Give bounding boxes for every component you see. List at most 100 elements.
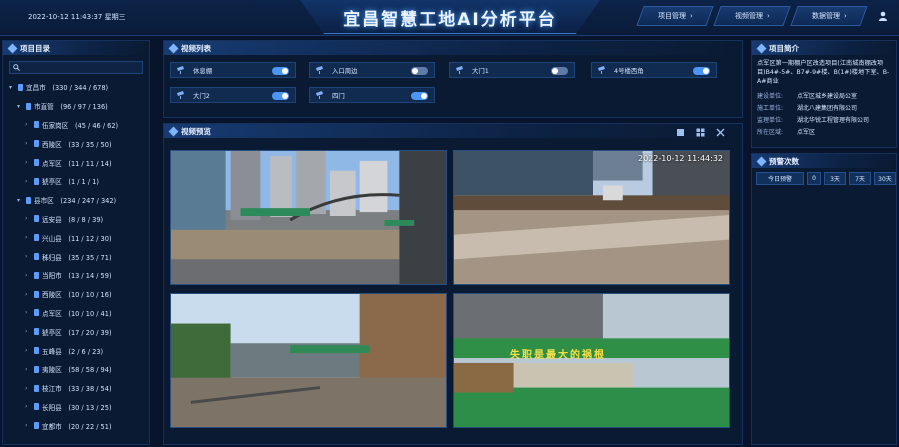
- diamond-icon: [168, 126, 179, 136]
- folder-icon: [34, 253, 39, 261]
- camera-label: 大门1: [472, 66, 489, 75]
- video-feed-2[interactable]: 2022-10-12 11:44:32: [453, 150, 730, 285]
- video-feed-4[interactable]: 失职是最大的祸根: [453, 293, 730, 428]
- tree-node-label: 当阳市 (13 / 14 / 59): [42, 272, 112, 281]
- tree-node[interactable]: ▾ 县市区 (234 / 247 / 342): [3, 191, 149, 210]
- camera-item[interactable]: 休息棚: [170, 62, 296, 78]
- alarm-today-label: 今日预警: [756, 172, 804, 185]
- tree-node[interactable]: › 长阳县 (30 / 13 / 25): [3, 398, 149, 417]
- tree-node-label: 枝江市 (33 / 38 / 54): [42, 385, 112, 394]
- camera-item[interactable]: 4号楼西角: [591, 62, 717, 78]
- chevron-right-icon[interactable]: ›: [25, 309, 31, 316]
- camera-toggle[interactable]: [411, 67, 428, 75]
- camera-label: 4号楼西角: [614, 66, 644, 75]
- folder-icon: [34, 234, 39, 242]
- tree-node-label: 西陵区 (10 / 10 / 16): [42, 291, 112, 300]
- chevron-right-icon[interactable]: ›: [25, 328, 31, 335]
- camera-toggle[interactable]: [551, 67, 568, 75]
- tree-node[interactable]: › 枝江市 (33 / 38 / 54): [3, 379, 149, 398]
- grid-view-icon[interactable]: [696, 128, 705, 137]
- camera-label: 大门2: [193, 91, 210, 100]
- tree-node[interactable]: › 宜都市 (20 / 22 / 51): [3, 416, 149, 435]
- project-tree: ▾ 宜昌市 (330 / 344 / 678) ▾ 市直管 (96 / 97 / 13…: [3, 78, 149, 435]
- user-icon[interactable]: [878, 11, 888, 21]
- top-header: 2022-10-12 11:43:37 星期三 宜昌智慧工地AI分析平台 项目管…: [0, 0, 899, 36]
- chevron-right-icon[interactable]: ›: [25, 366, 31, 373]
- tree-node-label: 伍家岗区 (45 / 46 / 62): [42, 121, 119, 130]
- tree-node[interactable]: › 伍家岗区 (45 / 46 / 62): [3, 116, 149, 135]
- chevron-right-icon[interactable]: ›: [25, 347, 31, 354]
- tree-node[interactable]: › 远安县 (8 / 8 / 39): [3, 210, 149, 229]
- tree-node[interactable]: ▾ 宜昌市 (330 / 344 / 678): [3, 78, 149, 97]
- chevron-right-icon: ›: [843, 12, 847, 20]
- alarm-tab-7d[interactable]: 7天: [849, 172, 871, 185]
- nav-project-management[interactable]: 项目管理 ›: [636, 6, 714, 26]
- folder-icon: [34, 177, 39, 185]
- camera-toggle[interactable]: [411, 92, 428, 100]
- detail-value: 湖北八建集团有限公司: [797, 104, 858, 112]
- tree-node[interactable]: › 秭归县 (35 / 35 / 71): [3, 247, 149, 266]
- video-feed-1[interactable]: [170, 150, 447, 285]
- chevron-right-icon[interactable]: ›: [25, 140, 31, 147]
- tree-node[interactable]: › 猇亭区 (17 / 20 / 39): [3, 322, 149, 341]
- tree-search-input[interactable]: [9, 61, 143, 74]
- chevron-right-icon[interactable]: ›: [25, 253, 31, 260]
- tree-node[interactable]: › 夷陵区 (58 / 58 / 94): [3, 360, 149, 379]
- detail-key: 施工单位:: [757, 104, 784, 112]
- camera-toggle[interactable]: [272, 67, 289, 75]
- alarm-tab-30d[interactable]: 30天: [874, 172, 896, 185]
- chevron-right-icon[interactable]: ›: [25, 178, 31, 185]
- tree-node[interactable]: › 西陵区 (10 / 10 / 16): [3, 285, 149, 304]
- chevron-down-icon[interactable]: ▾: [17, 197, 23, 204]
- tree-node[interactable]: › 猇亭区 (1 / 1 / 1): [3, 172, 149, 191]
- camera-item[interactable]: 大门1: [449, 62, 575, 78]
- folder-icon: [34, 290, 39, 298]
- diamond-icon: [756, 156, 767, 166]
- folder-icon: [34, 140, 39, 148]
- nav-video-management[interactable]: 视频管理 ›: [713, 6, 791, 26]
- tree-node[interactable]: › 点军区 (10 / 10 / 41): [3, 304, 149, 323]
- tree-node[interactable]: › 点军区 (11 / 11 / 14): [3, 153, 149, 172]
- video-feed-3[interactable]: [170, 293, 447, 428]
- camera-item[interactable]: 入口周边: [309, 62, 435, 78]
- folder-icon: [34, 347, 39, 355]
- tree-node[interactable]: › 西陵区 (33 / 35 / 50): [3, 134, 149, 153]
- chevron-right-icon[interactable]: ›: [25, 215, 31, 222]
- tree-node-label: 长阳县 (30 / 13 / 25): [42, 403, 112, 412]
- camera-item[interactable]: 四门: [309, 87, 435, 103]
- tree-node[interactable]: ▾ 市直管 (96 / 97 / 136): [3, 97, 149, 116]
- current-datetime: 2022-10-12 11:43:37 星期三: [28, 13, 126, 21]
- nav-data-management[interactable]: 数据管理 ›: [790, 6, 868, 26]
- tree-node[interactable]: › 兴山县 (11 / 12 / 30): [3, 228, 149, 247]
- app-title: 宜昌智慧工地AI分析平台: [343, 10, 557, 30]
- camera-icon: [598, 66, 605, 74]
- tree-node-label: 夷陵区 (58 / 58 / 94): [42, 366, 112, 375]
- folder-icon: [34, 384, 39, 392]
- detail-value: 点军区: [797, 128, 816, 136]
- project-details: 建设单位: 点军区城乡建设局公室 施工单位: 湖北八建集团有限公司 监理单位: 湖北华锐工…: [752, 89, 896, 137]
- tree-node-label: 猇亭区 (1 / 1 / 1): [42, 178, 99, 187]
- chevron-down-icon[interactable]: ▾: [17, 103, 23, 110]
- tree-node[interactable]: › 五峰县 (2 / 6 / 23): [3, 341, 149, 360]
- alarm-panel: 预警次数: [751, 153, 897, 445]
- alarm-tab-3d[interactable]: 3天: [824, 172, 846, 185]
- single-view-icon[interactable]: [676, 128, 685, 137]
- tree-node-label: 猇亭区 (17 / 20 / 39): [42, 328, 112, 337]
- camera-toggle[interactable]: [272, 92, 289, 100]
- chevron-right-icon[interactable]: ›: [25, 403, 31, 410]
- camera-icon: [177, 91, 184, 99]
- tree-node[interactable]: › 当阳市 (13 / 14 / 59): [3, 266, 149, 285]
- chevron-right-icon[interactable]: ›: [25, 422, 31, 429]
- chevron-right-icon[interactable]: ›: [25, 121, 31, 128]
- chevron-right-icon[interactable]: ›: [25, 291, 31, 298]
- close-icon[interactable]: [716, 128, 725, 137]
- chevron-right-icon[interactable]: ›: [25, 234, 31, 241]
- chevron-right-icon[interactable]: ›: [25, 159, 31, 166]
- chevron-right-icon[interactable]: ›: [25, 272, 31, 279]
- camera-item[interactable]: 大门2: [170, 87, 296, 103]
- tree-node-label: 兴山县 (11 / 12 / 30): [42, 234, 112, 243]
- camera-toggle[interactable]: [693, 67, 710, 75]
- chevron-right-icon[interactable]: ›: [25, 385, 31, 392]
- video-list-panel: 视频列表: [163, 40, 743, 118]
- chevron-down-icon[interactable]: ▾: [9, 84, 15, 91]
